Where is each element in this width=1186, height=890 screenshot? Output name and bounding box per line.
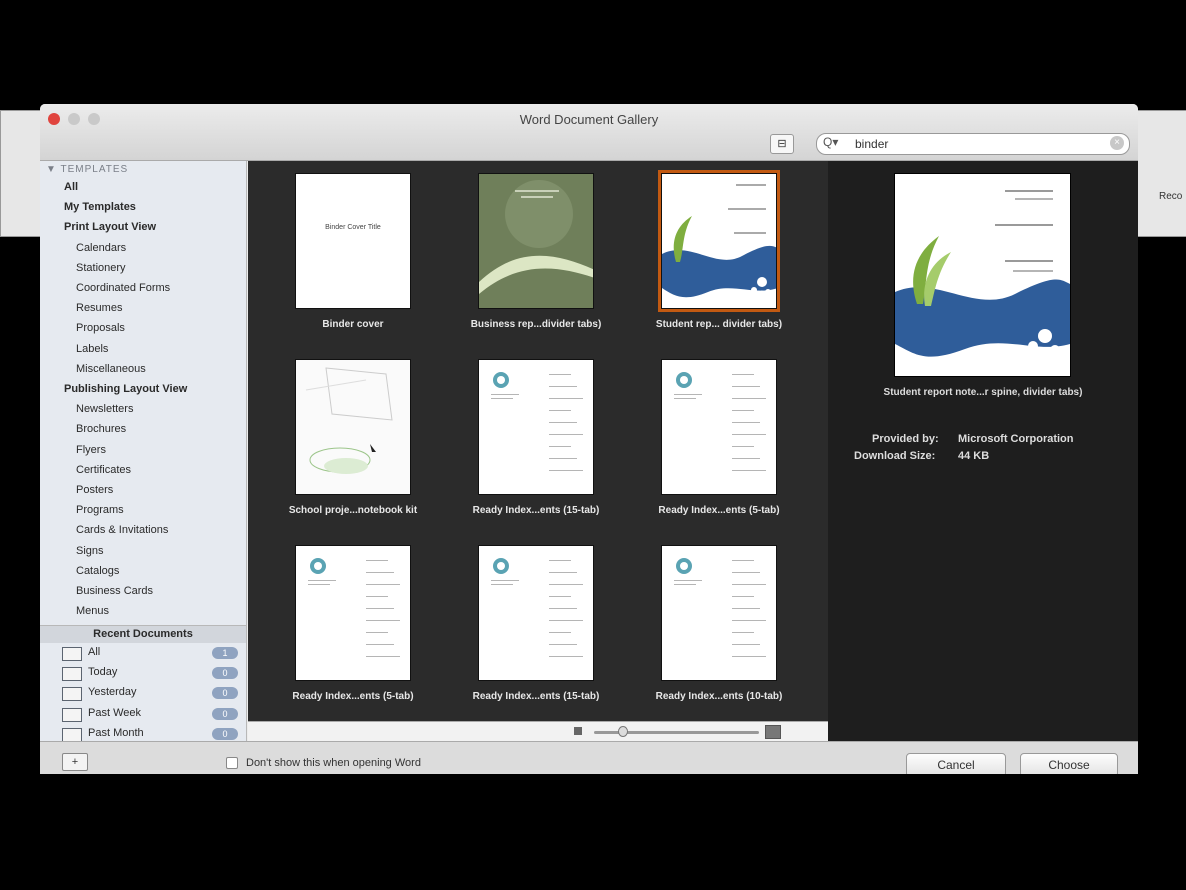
thumbnail-text: Binder Cover Title <box>325 224 381 231</box>
bottom-bar: + Don't show this when opening Word Canc… <box>40 741 1138 774</box>
provided-by-label: Provided by: <box>872 433 939 445</box>
calendar-icon <box>62 667 82 682</box>
recent-item-label: Yesterday <box>88 686 137 699</box>
search-icon[interactable]: Q▾ <box>823 135 838 149</box>
sidebar-item-flyers[interactable]: Flyers <box>76 444 106 456</box>
sidebar-item-catalogs[interactable]: Catalogs <box>76 565 119 577</box>
template-thumbnail[interactable] <box>478 545 594 681</box>
sidebar-item-resumes[interactable]: Resumes <box>76 302 122 314</box>
sidebar-item-programs[interactable]: Programs <box>76 504 124 516</box>
template-thumbnail[interactable] <box>478 359 594 495</box>
dont-show-label: Don't show this when opening Word <box>246 757 421 769</box>
choose-button[interactable]: Choose <box>1020 753 1118 774</box>
template-thumbnail[interactable] <box>295 359 411 495</box>
count-badge: 0 <box>212 727 238 740</box>
sidebar-item-certificates[interactable]: Certificates <box>76 464 131 476</box>
sidebar-item-miscellaneous[interactable]: Miscellaneous <box>76 363 146 375</box>
title-bar: Word Document Gallery ⊟ Q▾ × <box>40 104 1138 161</box>
template-label[interactable]: Student rep... divider tabs) <box>629 319 809 330</box>
template-preview-image <box>894 173 1071 377</box>
sidebar-item-menus[interactable]: Menus <box>76 605 109 617</box>
view-toggle-button[interactable]: ⊟ <box>770 134 794 154</box>
logo-icon <box>676 558 692 574</box>
recent-item-today[interactable]: Today 0 <box>62 664 238 682</box>
search-input[interactable] <box>855 136 1095 151</box>
download-size-label: Download Size: <box>854 450 936 462</box>
logo-icon <box>310 558 326 574</box>
recent-item-past-week[interactable]: Past Week 0 <box>62 705 238 723</box>
sidebar: ▼ TEMPLATES All My Templates Print Layout … <box>40 161 247 742</box>
calendar-icon <box>62 727 82 742</box>
template-label[interactable]: Ready Index...ents (10-tab) <box>629 691 809 702</box>
recent-item-label: Past Month <box>88 726 144 739</box>
sidebar-item-labels[interactable]: Labels <box>76 343 108 355</box>
template-thumbnail[interactable]: Binder Cover Title <box>295 173 411 309</box>
sidebar-item-cards-invitations[interactable]: Cards & Invitations <box>76 524 168 536</box>
provided-by-value: Microsoft Corporation <box>958 433 1074 445</box>
sidebar-item-brochures[interactable]: Brochures <box>76 423 126 435</box>
sidebar-item-stationery[interactable]: Stationery <box>76 262 126 274</box>
template-label[interactable]: Business rep...divider tabs) <box>446 319 626 330</box>
sidebar-item-my-templates[interactable]: My Templates <box>64 201 136 213</box>
thumbnail-size-bar <box>248 721 828 742</box>
preview-pane: Student report note...r spine, divider t… <box>828 161 1138 741</box>
sidebar-item-calendars[interactable]: Calendars <box>76 242 126 254</box>
dont-show-checkbox[interactable] <box>226 757 238 769</box>
template-label[interactable]: Binder cover <box>263 319 443 330</box>
download-size-value: 44 KB <box>958 450 990 462</box>
recent-item-all[interactable]: All 1 <box>62 644 238 662</box>
recent-item-label: Past Week <box>88 706 141 719</box>
small-thumbnail-icon <box>574 727 582 735</box>
template-label[interactable]: Ready Index...ents (15-tab) <box>446 691 626 702</box>
template-label[interactable]: Ready Index...ents (5-tab) <box>263 691 443 702</box>
background-caption: Reco <box>1159 191 1183 202</box>
calendar-icon <box>62 647 82 661</box>
template-label[interactable]: Ready Index...ents (5-tab) <box>629 505 809 516</box>
sidebar-item-posters[interactable]: Posters <box>76 484 113 496</box>
recent-documents-header[interactable]: Recent Documents <box>40 625 246 643</box>
sidebar-item-newsletters[interactable]: Newsletters <box>76 403 133 415</box>
templates-section-header[interactable]: ▼ TEMPLATES <box>46 164 128 175</box>
template-thumbnail[interactable] <box>478 173 594 309</box>
count-badge: 1 <box>212 647 238 659</box>
sidebar-item-publishing-layout-view[interactable]: Publishing Layout View <box>64 383 187 395</box>
template-grid: Binder Cover Title Binder cover Business r… <box>248 161 828 721</box>
preview-template-name: Student report note...r spine, divider t… <box>883 387 1083 398</box>
template-thumbnail[interactable] <box>661 359 777 495</box>
sidebar-item-business-cards[interactable]: Business Cards <box>76 585 153 597</box>
cancel-button[interactable]: Cancel <box>906 753 1006 774</box>
sidebar-item-all[interactable]: All <box>64 181 78 193</box>
calendar-icon <box>62 707 82 722</box>
logo-icon <box>493 558 509 574</box>
add-button[interactable]: + <box>62 753 88 771</box>
sidebar-item-signs[interactable]: Signs <box>76 545 104 557</box>
sidebar-item-proposals[interactable]: Proposals <box>76 322 125 334</box>
document-gallery-window: Word Document Gallery ⊟ Q▾ × ▼ TEMPLATES… <box>40 104 1138 774</box>
template-thumbnail[interactable] <box>295 545 411 681</box>
count-badge: 0 <box>212 667 238 680</box>
template-label[interactable]: Ready Index...ents (15-tab) <box>446 505 626 516</box>
recent-item-label: All <box>88 646 101 658</box>
clear-search-icon[interactable]: × <box>1110 136 1124 150</box>
template-thumbnail[interactable] <box>661 545 777 681</box>
logo-icon <box>493 372 509 388</box>
recent-item-label: Today <box>88 666 118 679</box>
calendar-icon <box>62 687 82 702</box>
count-badge: 0 <box>212 687 238 700</box>
recent-item-yesterday[interactable]: Yesterday 0 <box>62 684 238 702</box>
count-badge: 0 <box>212 707 238 720</box>
sidebar-item-print-layout-view[interactable]: Print Layout View <box>64 221 156 233</box>
logo-icon <box>676 372 692 388</box>
large-thumbnail-icon <box>765 725 781 739</box>
sidebar-item-coordinated-forms[interactable]: Coordinated Forms <box>76 282 170 294</box>
template-thumbnail[interactable] <box>658 170 780 312</box>
template-label[interactable]: School proje...notebook kit <box>263 505 443 516</box>
search-field[interactable]: Q▾ × <box>816 133 1130 155</box>
slider-knob[interactable] <box>618 726 628 737</box>
window-title: Word Document Gallery <box>519 112 659 127</box>
